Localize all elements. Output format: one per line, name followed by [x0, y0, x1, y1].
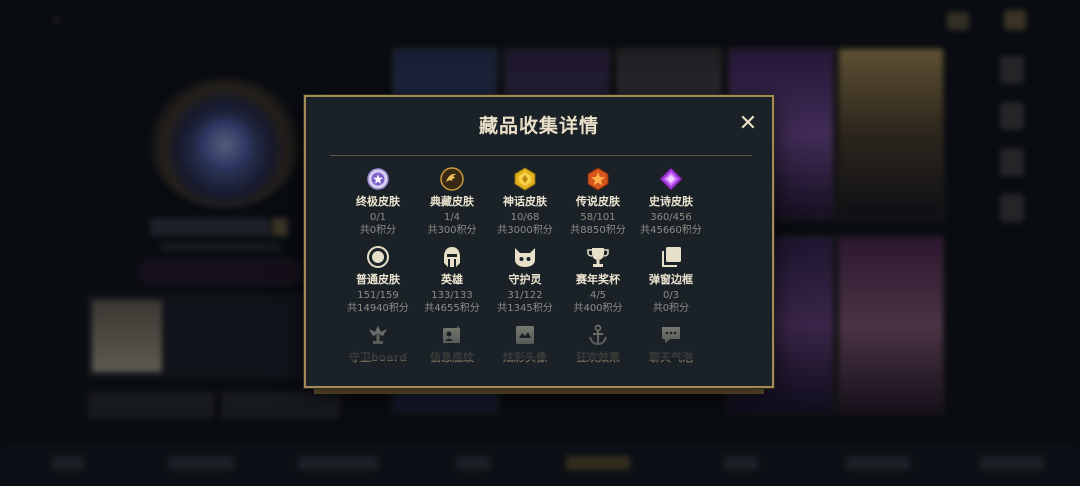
- normal-skin-icon: [366, 245, 390, 269]
- item-label: 赛年奖杯: [576, 273, 620, 286]
- collection-item-frame[interactable]: 弹窗边框 0/3 共0积分: [631, 245, 711, 315]
- item-label: 狂欢效果: [576, 351, 620, 364]
- item-label: 典藏皮肤: [430, 195, 474, 208]
- trophy-icon: [586, 245, 610, 269]
- epic-skin-icon: [659, 167, 683, 191]
- modal-base-trim: [314, 388, 764, 394]
- anchor-effect-icon: [586, 323, 610, 347]
- collection-grid: 终极皮肤 0/1 共0积分 典藏皮肤 1/4 共300积分 神话皮肤 10/68…: [338, 167, 745, 365]
- item-label: 传说皮肤: [576, 195, 620, 208]
- item-label: 弹窗边框: [649, 273, 693, 286]
- collection-item-icon-border[interactable]: 炫彩头像: [485, 323, 565, 365]
- item-count: 31/122: [507, 290, 543, 301]
- dialog-title: 藏品收集详情: [478, 115, 599, 137]
- item-count: 4/5: [589, 290, 607, 301]
- collection-item-ward[interactable]: 守卫board: [338, 323, 418, 365]
- item-count: 58/101: [580, 212, 616, 223]
- item-points: 共400积分: [573, 303, 623, 314]
- legacy-skin-icon: [440, 167, 464, 191]
- item-count: 1/4: [443, 212, 461, 223]
- item-count: 0/3: [662, 290, 680, 301]
- icon-border-icon: [513, 323, 537, 347]
- ultimate-skin-icon: [366, 167, 390, 191]
- collection-details-dialog: 藏品收集详情 ✕ 终极皮肤 0/1 共0积分 典藏皮肤 1/4 共300积分 神…: [304, 95, 774, 388]
- item-points: 共8850积分: [570, 225, 626, 236]
- item-label: 守护灵: [508, 273, 542, 286]
- item-label: 史诗皮肤: [649, 195, 693, 208]
- item-label: 守卫board: [348, 351, 408, 364]
- chat-bubble-icon: [659, 323, 683, 347]
- collection-item-effect[interactable]: 狂欢效果: [558, 323, 638, 365]
- item-label: 聊天气泡: [649, 351, 693, 364]
- close-icon[interactable]: ✕: [738, 113, 758, 135]
- item-points: 共45660积分: [640, 225, 702, 236]
- item-label: 信息底纹: [430, 351, 474, 364]
- collection-row: 守卫board 信息底纹 炫彩头像 狂欢效果 聊天气泡: [338, 323, 745, 365]
- item-points: 共0积分: [652, 303, 690, 314]
- item-count: 360/456: [650, 212, 692, 223]
- legendary-skin-icon: [586, 167, 610, 191]
- collection-item-legacy[interactable]: 典藏皮肤 1/4 共300积分: [412, 167, 492, 237]
- frame-icon: [659, 245, 683, 269]
- collection-item-champion[interactable]: 英雄 133/133 共4655积分: [412, 245, 492, 315]
- collection-item-legendary[interactable]: 传说皮肤 58/101 共8850积分: [558, 167, 638, 237]
- collection-item-normal[interactable]: 普通皮肤 151/159 共14940积分: [338, 245, 418, 315]
- item-label: 普通皮肤: [356, 273, 400, 286]
- collection-row: 普通皮肤 151/159 共14940积分 英雄 133/133 共4655积分…: [340, 245, 745, 323]
- profile-banner-icon: [440, 323, 464, 347]
- collection-item-chat[interactable]: 聊天气泡: [631, 323, 711, 365]
- collection-item-trophy[interactable]: 赛年奖杯 4/5 共400积分: [558, 245, 638, 315]
- item-count: 0/1: [369, 212, 387, 223]
- collection-item-guardian[interactable]: 守护灵 31/122 共1345积分: [485, 245, 565, 315]
- collection-item-ultimate[interactable]: 终极皮肤 0/1 共0积分: [338, 167, 418, 237]
- collection-row: 终极皮肤 0/1 共0积分 典藏皮肤 1/4 共300积分 神话皮肤 10/68…: [340, 167, 745, 245]
- item-count: 151/159: [357, 290, 399, 301]
- collection-item-banner[interactable]: 信息底纹: [412, 323, 492, 365]
- item-label: 炫彩头像: [503, 351, 547, 364]
- champion-icon: [440, 245, 464, 269]
- item-label: 终极皮肤: [356, 195, 400, 208]
- collection-item-epic[interactable]: 史诗皮肤 360/456 共45660积分: [631, 167, 711, 237]
- mythic-skin-icon: [513, 167, 537, 191]
- item-points: 共14940积分: [347, 303, 409, 314]
- item-count: 10/68: [510, 212, 540, 223]
- item-points: 共0积分: [359, 225, 397, 236]
- ward-icon: [366, 323, 390, 347]
- item-points: 共300积分: [427, 225, 477, 236]
- item-label: 英雄: [441, 273, 463, 286]
- item-label: 神话皮肤: [503, 195, 547, 208]
- title-divider: [330, 155, 752, 156]
- guardian-icon: [513, 245, 537, 269]
- item-points: 共4655积分: [424, 303, 480, 314]
- item-points: 共3000积分: [497, 225, 553, 236]
- collection-item-mythic[interactable]: 神话皮肤 10/68 共3000积分: [485, 167, 565, 237]
- item-count: 133/133: [431, 290, 473, 301]
- item-points: 共1345积分: [497, 303, 553, 314]
